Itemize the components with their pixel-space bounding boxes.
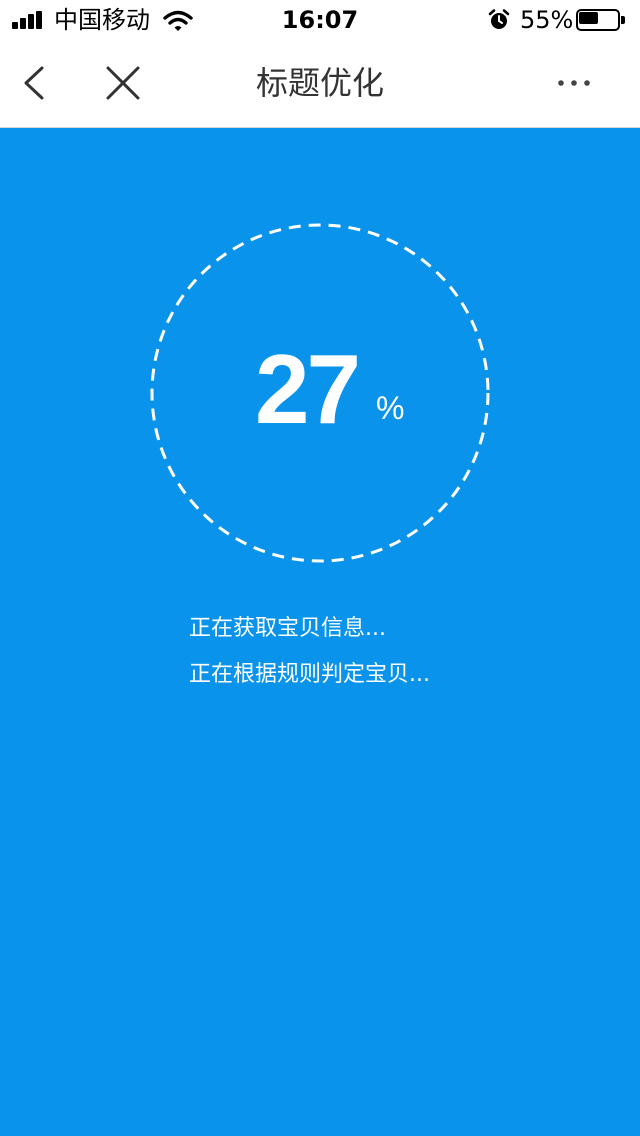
battery-icon [576,9,626,31]
page-title: 标题优化 [255,64,384,102]
status-bar: 中国移动 16:07 55% [0,0,640,40]
status-line-judging: 正在根据规则判定宝贝... [189,662,430,687]
nav-bar: 标题优化 [0,40,640,128]
progress-value: 27 % [245,335,415,445]
more-horizontal-icon [558,80,590,86]
battery-percent: 55% [520,6,574,34]
progress-number: 27 [255,334,361,444]
alarm-icon [488,9,510,29]
status-line-fetching: 正在获取宝贝信息... [189,616,386,641]
progress-unit: % [376,390,405,426]
more-button[interactable] [550,70,598,96]
